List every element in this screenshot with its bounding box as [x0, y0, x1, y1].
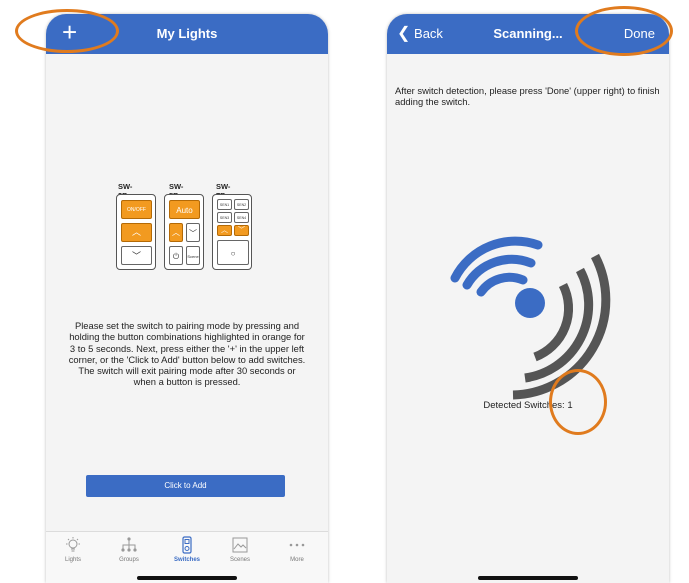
page-title: My Lights	[156, 26, 218, 41]
power-key: ○	[217, 240, 249, 265]
up-key: ︿	[217, 225, 232, 236]
switch-body: Auto ︿ ﹀ ⏻ Scene	[164, 194, 204, 270]
pairing-instructions: Please set the switch to pairing mode by…	[68, 320, 306, 388]
scanning-screen: ❮ Back Scanning... Done After switch det…	[387, 14, 669, 583]
home-indicator	[137, 576, 237, 580]
tab-label: More	[290, 557, 304, 563]
up-key: ︿	[121, 223, 152, 242]
tab-label: Lights	[64, 557, 81, 563]
power-key: ⏻	[169, 246, 183, 265]
scene-key: Scene	[186, 246, 200, 265]
home-indicator	[478, 576, 578, 580]
sen4-key: SEN4	[234, 212, 249, 223]
sen2-key: SEN2	[234, 199, 249, 210]
my-lights-screen: + My Lights SW-3B ON/OFF ︿ ﹀ SW-5B Auto …	[46, 14, 328, 583]
ellipsis-icon	[289, 543, 305, 547]
up-key: ︿	[169, 223, 183, 242]
bulb-icon	[66, 537, 80, 552]
tab-more[interactable]: More	[271, 536, 323, 563]
tab-lights[interactable]: Lights	[47, 536, 99, 563]
down-key: ﹀	[186, 223, 200, 242]
sen1-key: SEN1	[217, 199, 232, 210]
tree-icon	[121, 537, 137, 552]
detected-switches-count: Detected Switches: 1	[483, 400, 573, 411]
sen3-key: SEN3	[217, 212, 232, 223]
switch-icon	[182, 536, 192, 554]
switch-body: ON/OFF ︿ ﹀	[116, 194, 156, 270]
tab-label: Switches	[173, 557, 200, 563]
tab-switches[interactable]: Switches	[161, 536, 213, 563]
on-off-key: ON/OFF	[121, 200, 152, 219]
tab-label: Scenes	[229, 557, 250, 563]
tab-scenes[interactable]: Scenes	[214, 536, 266, 563]
click-to-add-button[interactable]: Click to Add	[86, 475, 285, 497]
switch-body: SEN1 SEN2 SEN3 SEN4 ︿ ﹀ ○	[212, 194, 252, 270]
tab-groups[interactable]: Groups	[103, 536, 155, 563]
nav-bar: + My Lights	[46, 14, 328, 54]
done-button[interactable]: Done	[624, 26, 655, 41]
nav-bar: ❮ Back Scanning... Done	[387, 14, 669, 54]
down-key: ﹀	[234, 225, 249, 236]
auto-key: Auto	[169, 200, 200, 219]
down-key: ﹀	[121, 246, 152, 265]
tab-label: Groups	[119, 557, 139, 563]
detection-instructions: After switch detection, please press 'Do…	[395, 85, 660, 107]
image-icon	[232, 537, 248, 553]
scanning-signal-icon	[450, 236, 611, 400]
